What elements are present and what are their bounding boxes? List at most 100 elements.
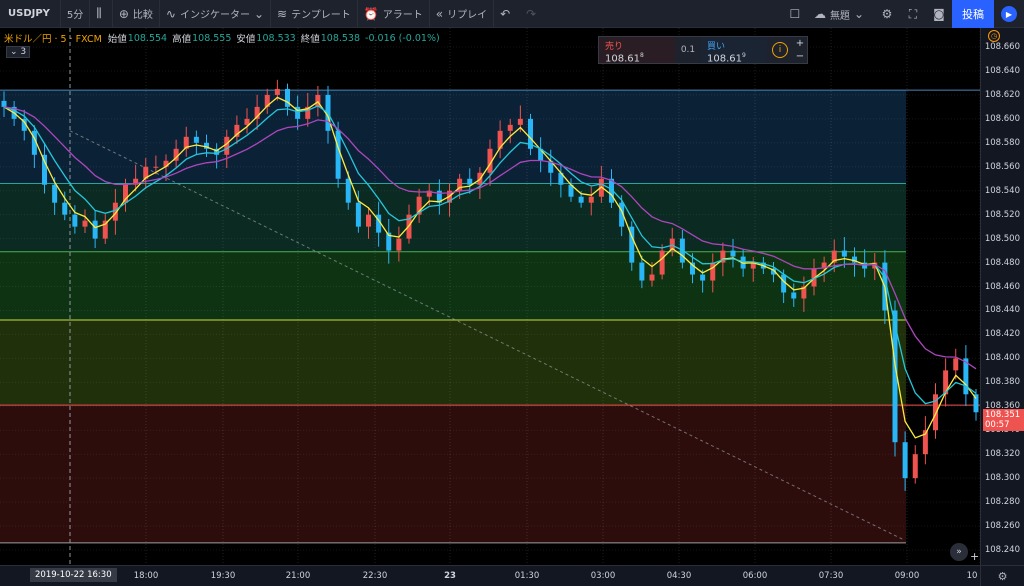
time-axis[interactable]: 2019-10-22 16:30 18:00 19:30 21:00 22:30 23 0… <box>0 565 980 586</box>
price-tick-label: 108.580 <box>984 137 1020 148</box>
undo-icon: ↶ <box>500 6 511 21</box>
replay-button[interactable]: «リプレイ <box>430 0 495 28</box>
time-tick-label: 03:00 <box>590 571 616 581</box>
price-tick-label: 108.420 <box>984 329 1020 340</box>
candle-body <box>467 178 473 185</box>
cloud-icon: ☁ <box>813 7 826 21</box>
chevron-down-icon: ⌄ <box>10 47 21 57</box>
current-price-label: 108.351 00:57 <box>983 409 1024 432</box>
price-tick-label: 108.460 <box>984 281 1020 292</box>
replay-label: リプレイ <box>447 10 488 21</box>
decrease-qty-button[interactable]: − <box>796 51 804 62</box>
chevron-down-icon: ⌄ <box>253 6 265 21</box>
price-chart <box>0 28 980 565</box>
alert-button[interactable]: ⏰ アラート <box>358 0 430 28</box>
spread-value: 0.1 <box>680 45 696 55</box>
candle-body <box>791 292 797 299</box>
price-tick-label: 108.240 <box>984 545 1020 555</box>
fullscreen-square-icon[interactable]: ☐ <box>784 3 806 25</box>
buy-label: 買い <box>707 42 726 52</box>
candle-body <box>42 154 47 185</box>
symbol-search-button[interactable]: USDJPY <box>0 0 61 28</box>
buy-sell-widget: 売り 108.618 0.1 買い 108.619 i + − <box>598 36 808 64</box>
candle-body <box>659 250 665 275</box>
price-tick-label: 108.540 <box>984 185 1020 196</box>
low-value: 108.533 <box>256 32 296 44</box>
sell-button[interactable]: 売り 108.618 <box>599 37 675 64</box>
candle-body <box>82 220 88 227</box>
price-tick-label: 108.380 <box>984 377 1020 388</box>
close-value: 108.538 <box>320 32 361 44</box>
price-tick-label: 108.480 <box>984 257 1020 268</box>
buy-price: 108.61 <box>707 53 742 65</box>
redo-button[interactable]: ↷ <box>520 0 546 28</box>
fib-zone <box>0 320 906 406</box>
open-value: 108.554 <box>127 32 168 44</box>
chart-settings-gear-icon[interactable]: ⚙ <box>980 565 1024 586</box>
close-label: 終値 <box>300 34 320 45</box>
layout-name: 無題 <box>829 10 850 22</box>
price-tick-label: 108.320 <box>984 449 1020 460</box>
interval-button[interactable]: 5分 <box>61 0 91 28</box>
time-tick-label: 19:30 <box>210 571 236 581</box>
sell-label: 売り <box>605 42 624 52</box>
fullscreen-icon[interactable]: ⛶ <box>902 3 924 25</box>
candle-body <box>578 196 584 203</box>
clock-icon[interactable]: ◷ <box>988 30 1000 42</box>
high-value: 108.555 <box>192 32 232 44</box>
settings-gear-icon[interactable]: ⚙ <box>876 3 898 25</box>
candle-body <box>335 130 341 179</box>
time-tick-label: 06:00 <box>742 571 768 581</box>
sell-price-sup: 8 <box>640 52 644 59</box>
time-tick-label: 04:30 <box>666 571 692 581</box>
compare-label: 比較 <box>132 10 153 21</box>
buy-price-sup: 9 <box>742 52 746 59</box>
candles-icon: ⫼ <box>96 6 102 20</box>
price-tick-label: 108.500 <box>984 233 1020 244</box>
crosshair-time-label: 2019-10-22 16:30 <box>30 568 117 582</box>
price-tick-label: 108.280 <box>984 497 1020 508</box>
play-icon: ▶ <box>1001 6 1017 22</box>
undo-button[interactable]: ↶ <box>494 0 520 28</box>
chart-type-button[interactable]: ⫼ <box>90 0 113 28</box>
candle-body <box>517 118 523 125</box>
change-value: -0.016 (-0.01%) <box>365 32 440 44</box>
time-tick-label: 07:30 <box>818 571 844 581</box>
time-tick-label: 21:00 <box>285 571 311 581</box>
legend-symbol: 米ドル／円 · 5 · FXCM <box>4 34 102 45</box>
time-tick-label: 01:30 <box>514 571 540 581</box>
trade-info-button[interactable]: i <box>767 37 793 63</box>
rewind-icon: « <box>435 6 444 21</box>
candle-body <box>396 238 402 251</box>
camera-icon[interactable]: ◙ <box>928 3 950 25</box>
alarm-clock-icon: ⏰ <box>363 6 379 21</box>
candle-body <box>710 262 716 281</box>
layout-save-button[interactable]: ☁ 無題 ⌄ <box>808 0 874 28</box>
price-tick-label: 108.600 <box>984 113 1020 124</box>
time-tick-label: 09:00 <box>894 571 920 581</box>
indicators-button[interactable]: ∿ インジケーター ⌄ <box>160 0 272 28</box>
candle-body <box>345 178 351 203</box>
templates-button[interactable]: ≋ テンプレート <box>271 0 358 28</box>
post-button[interactable]: 投稿 <box>952 0 994 28</box>
chart-pane[interactable] <box>0 28 980 565</box>
indicator-toggle[interactable]: ⌄ 3 <box>6 46 31 58</box>
open-label: 始値 <box>107 34 127 45</box>
candle-body <box>193 136 199 143</box>
compare-button[interactable]: ⊕ 比較 <box>113 0 160 28</box>
buy-button[interactable]: 買い 108.619 <box>701 37 767 65</box>
increase-qty-button[interactable]: + <box>796 38 804 49</box>
candle-body <box>639 262 645 281</box>
price-axis[interactable]: 108.660 108.640 108.620 108.600 108.580 108.5… <box>980 28 1024 578</box>
price-tick-label: 108.260 <box>984 521 1020 532</box>
price-tick-label: 108.400 <box>984 353 1020 364</box>
price-tick-label: 108.640 <box>984 65 1020 76</box>
add-price-button[interactable]: + <box>970 551 981 562</box>
templates-label: テンプレート <box>291 10 351 21</box>
play-button[interactable]: ▶ <box>994 0 1024 28</box>
time-tick-label: 18:00 <box>133 571 159 581</box>
candle-body <box>244 118 250 125</box>
price-tick-label: 108.660 <box>984 42 1020 52</box>
candle-body <box>507 124 513 131</box>
scroll-to-realtime-button[interactable]: » <box>950 543 968 561</box>
